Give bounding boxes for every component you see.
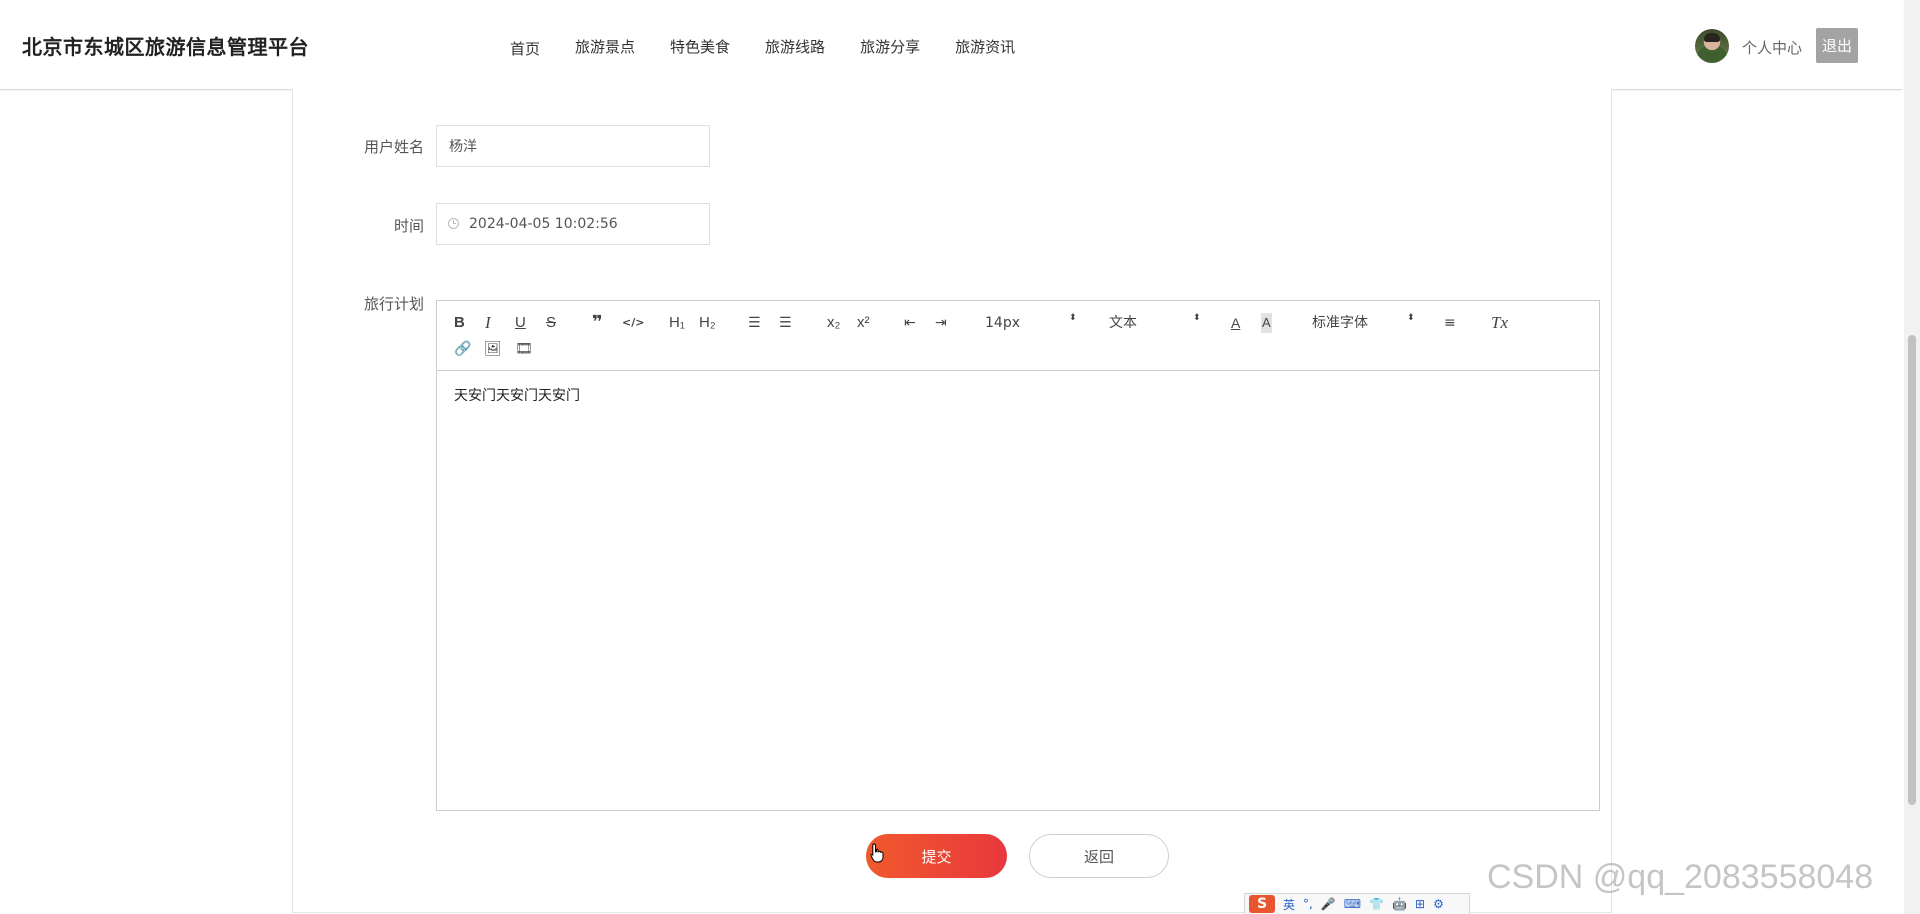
- strikethrough-button[interactable]: S: [546, 313, 556, 333]
- background-color-icon[interactable]: A: [1261, 313, 1272, 333]
- outdent-icon[interactable]: ⇤: [904, 313, 916, 333]
- underline-button[interactable]: U: [515, 313, 526, 333]
- ordered-list-icon[interactable]: ☰: [748, 313, 761, 333]
- time-input[interactable]: [436, 203, 710, 245]
- clock-icon: [448, 218, 459, 229]
- link-icon[interactable]: 🔗: [454, 339, 471, 359]
- user-center-link[interactable]: 个人中心: [1742, 37, 1802, 58]
- hand-cursor-icon: [870, 843, 884, 863]
- bullet-list-icon[interactable]: ☰: [779, 313, 792, 333]
- chevron-updown-icon: ⬍: [1407, 313, 1415, 323]
- header2-button[interactable]: H₂: [699, 313, 716, 333]
- ime-toolbar: S 英 °, 🎤 ⌨ 👕 🤖 ⊞ ⚙: [1244, 893, 1470, 914]
- code-block-icon[interactable]: </>: [622, 313, 644, 333]
- font-size-value: 14px: [985, 315, 1020, 331]
- name-input[interactable]: [436, 125, 710, 167]
- text-format-select[interactable]: 文本 ⬍: [1109, 313, 1209, 333]
- nav-share[interactable]: 旅游分享: [860, 36, 920, 59]
- nav-attractions[interactable]: 旅游景点: [575, 36, 635, 59]
- site-title: 北京市东城区旅游信息管理平台: [22, 35, 309, 59]
- header1-button[interactable]: H₁: [669, 313, 685, 333]
- rich-text-editor: B I U S ❞ </> H₁ H₂ ☰ ☰ x₂ x² ⇤ ⇥ 14px ⬍…: [436, 300, 1600, 811]
- scrollbar-thumb[interactable]: [1908, 335, 1916, 805]
- bold-button[interactable]: B: [454, 313, 465, 333]
- back-button[interactable]: 返回: [1029, 834, 1169, 878]
- plan-label: 旅行计划: [363, 295, 424, 313]
- name-label: 用户姓名: [363, 138, 424, 156]
- ime-logo-icon[interactable]: S: [1249, 895, 1275, 913]
- blockquote-icon[interactable]: ❞: [592, 313, 603, 333]
- image-icon[interactable]: 🖼: [484, 339, 502, 359]
- csdn-watermark: CSDN @qq_2083558048: [1487, 858, 1874, 896]
- clear-format-icon[interactable]: Tx: [1491, 313, 1508, 333]
- ime-skin-icon[interactable]: 👕: [1369, 897, 1384, 911]
- nav-routes[interactable]: 旅游线路: [765, 36, 825, 59]
- ime-mic-icon[interactable]: 🎤: [1321, 897, 1336, 911]
- nav-news[interactable]: 旅游资讯: [955, 36, 1015, 59]
- font-color-icon[interactable]: A: [1231, 313, 1240, 333]
- avatar[interactable]: [1695, 29, 1729, 63]
- video-icon[interactable]: 🎞: [515, 339, 533, 359]
- subscript-button[interactable]: x₂: [827, 313, 840, 333]
- logout-button[interactable]: 退出: [1816, 28, 1858, 63]
- ime-grid-icon[interactable]: ⊞: [1415, 897, 1425, 911]
- chevron-updown-icon: ⬍: [1193, 313, 1201, 323]
- text-format-value: 文本: [1109, 315, 1137, 331]
- editor-toolbar: B I U S ❞ </> H₁ H₂ ☰ ☰ x₂ x² ⇤ ⇥ 14px ⬍…: [437, 301, 1599, 371]
- italic-button[interactable]: I: [485, 313, 491, 333]
- ime-punct-icon[interactable]: °,: [1303, 897, 1313, 911]
- nav-food[interactable]: 特色美食: [670, 36, 730, 59]
- top-header: 北京市东城区旅游信息管理平台 首页 旅游景点 特色美食 旅游线路 旅游分享 旅游…: [0, 0, 1902, 90]
- time-label: 时间: [393, 217, 424, 235]
- font-family-value: 标准字体: [1312, 315, 1368, 331]
- chevron-updown-icon: ⬍: [1069, 313, 1077, 323]
- align-icon[interactable]: ≡: [1444, 313, 1456, 333]
- submit-button[interactable]: 提交: [866, 834, 1007, 878]
- ime-lang-toggle[interactable]: 英: [1283, 896, 1295, 913]
- indent-icon[interactable]: ⇥: [935, 313, 947, 333]
- ime-keyboard-icon[interactable]: ⌨: [1344, 897, 1361, 911]
- font-family-select[interactable]: 标准字体 ⬍: [1312, 313, 1420, 333]
- page-scrollbar[interactable]: [1904, 0, 1920, 914]
- font-size-select[interactable]: 14px ⬍: [985, 313, 1085, 333]
- ime-settings-icon[interactable]: ⚙: [1433, 897, 1444, 911]
- main-nav: 首页 旅游景点 特色美食 旅游线路 旅游分享 旅游资讯: [510, 36, 1050, 59]
- ime-robot-icon[interactable]: 🤖: [1392, 897, 1407, 911]
- nav-home[interactable]: 首页: [510, 36, 540, 59]
- superscript-button[interactable]: x²: [857, 313, 870, 333]
- editor-content[interactable]: 天安门天安门天安门: [454, 385, 580, 405]
